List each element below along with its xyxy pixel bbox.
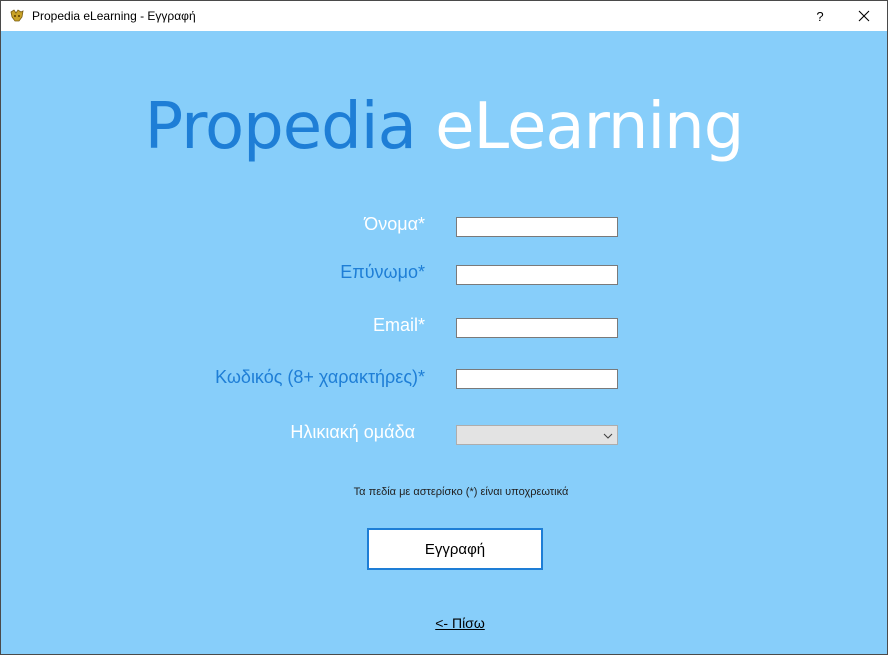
email-input[interactable]	[456, 318, 618, 338]
close-icon	[858, 10, 870, 22]
first-name-label: Όνομα*	[364, 214, 425, 234]
window-title: Propedia eLearning - Εγγραφή	[32, 9, 196, 23]
last-name-label: Επύνωμο*	[340, 262, 425, 282]
brand-title-part2: eLearning	[415, 90, 744, 164]
help-button[interactable]: ?	[798, 1, 842, 31]
password-label: Κωδικός (8+ χαρακτήρες)*	[215, 367, 425, 387]
password-input[interactable]	[456, 369, 618, 389]
required-fields-note: Τα πεδία με αστερίσκο (*) είναι υποχρεωτ…	[353, 486, 569, 498]
first-name-input[interactable]	[456, 217, 618, 237]
age-group-select[interactable]	[456, 425, 618, 445]
title-bar: Propedia eLearning - Εγγραφή ?	[1, 1, 887, 31]
email-label: Email*	[372, 315, 425, 335]
app-logo-icon	[10, 9, 24, 23]
back-link[interactable]: <- Πίσω	[1, 615, 888, 631]
age-group-label: Ηλικιακή ομάδα	[290, 422, 415, 442]
register-button[interactable]: Εγγραφή	[367, 528, 543, 570]
last-name-input[interactable]	[456, 265, 618, 285]
app-window: Propedia eLearning - Εγγραφή ? Propedia …	[0, 0, 888, 655]
brand-title: Propedia eLearning	[1, 89, 887, 165]
chevron-down-icon	[603, 429, 613, 441]
close-button[interactable]	[842, 1, 886, 31]
registration-form: Propedia eLearning Όνομα* Επύνωμο* Email…	[1, 31, 887, 654]
brand-title-part1: Propedia	[144, 90, 417, 164]
